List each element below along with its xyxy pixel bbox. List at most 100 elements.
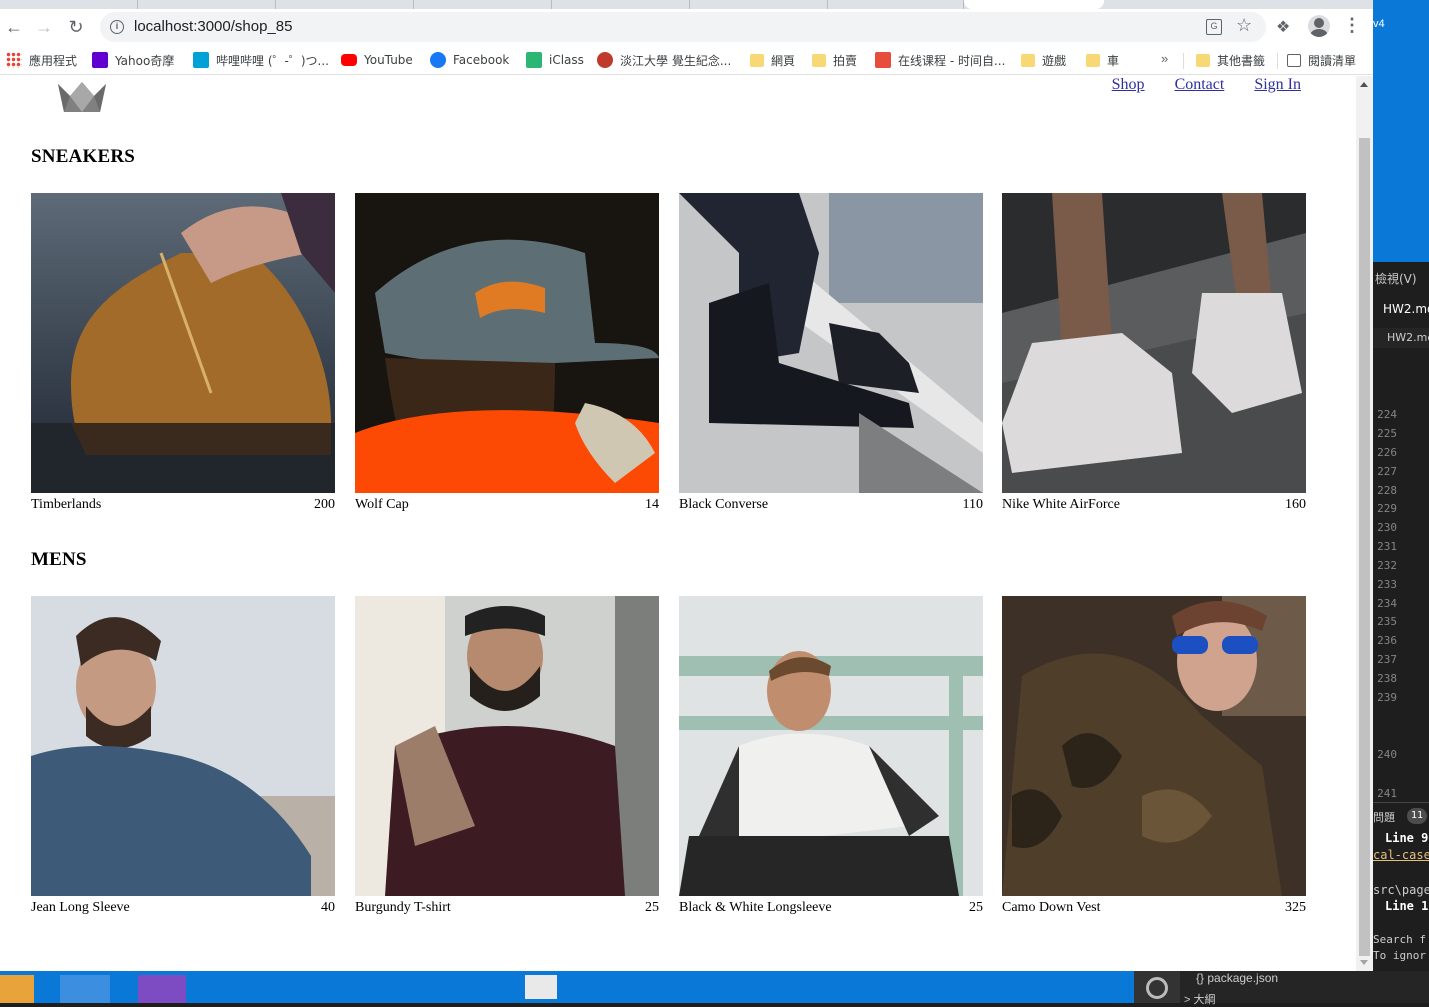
product-image-nike-airforce[interactable] bbox=[1002, 193, 1306, 493]
problems-tab[interactable]: 問題 bbox=[1373, 809, 1395, 825]
bookmark-item[interactable]: 其他書籤 bbox=[1196, 51, 1265, 69]
scroll-down-icon[interactable] bbox=[1360, 960, 1368, 965]
nav-shop-link[interactable]: Shop bbox=[1112, 76, 1145, 94]
bookmark-item[interactable]: Yahoo奇摩 bbox=[92, 51, 174, 69]
bookmark-label: 拍賣 bbox=[833, 53, 858, 68]
product-name: Wolf Cap bbox=[355, 497, 409, 512]
product-image-camo-down-vest[interactable] bbox=[1002, 596, 1306, 896]
extensions-icon[interactable]: ❖ bbox=[1276, 17, 1290, 37]
back-icon[interactable]: ← bbox=[2, 15, 26, 39]
gear-icon[interactable] bbox=[1134, 971, 1180, 1003]
browser-toolbar: ← → ↻ i localhost:3000/shop_85 G ☆ ❖ ⋮ bbox=[0, 9, 1373, 45]
product-card[interactable]: Jean Long Sleeve 40 bbox=[31, 596, 335, 916]
bookmark-star-icon[interactable]: ☆ bbox=[1236, 15, 1252, 36]
vscode-breadcrumb[interactable]: HW2.md bbox=[1373, 328, 1429, 348]
scrollbar-thumb[interactable] bbox=[1359, 138, 1370, 956]
problem-line: Line 1 bbox=[1385, 899, 1429, 913]
nav-signin-link[interactable]: Sign In bbox=[1254, 76, 1301, 94]
address-url[interactable]: localhost:3000/shop_85 bbox=[134, 18, 292, 35]
section-title-sneakers: SNEAKERS bbox=[31, 146, 136, 167]
bookmark-item[interactable]: 網頁 bbox=[750, 51, 795, 69]
product-price: 14 bbox=[645, 497, 659, 512]
line-number: 236 bbox=[1377, 634, 1397, 647]
product-image-black-converse[interactable] bbox=[679, 193, 983, 493]
product-card[interactable]: Black & White Longsleeve 25 bbox=[679, 596, 983, 916]
product-image-burgundy-tshirt[interactable] bbox=[355, 596, 659, 896]
bookmark-separator bbox=[1183, 53, 1184, 69]
line-number: 226 bbox=[1377, 446, 1397, 459]
bookmark-label: 應用程式 bbox=[29, 53, 78, 68]
product-card[interactable]: Timberlands 200 bbox=[31, 193, 335, 513]
profile-avatar-icon[interactable] bbox=[1308, 15, 1330, 37]
bookmark-item[interactable]: 哔哩哔哩 (゜-゜)つ... bbox=[193, 51, 329, 69]
product-image-jean-long-sleeve[interactable] bbox=[31, 596, 335, 896]
site-info-icon[interactable]: i bbox=[110, 20, 124, 34]
product-card[interactable]: Nike White AirForce 160 bbox=[1002, 193, 1306, 513]
translate-icon[interactable]: G bbox=[1206, 19, 1222, 35]
reload-icon[interactable]: ↻ bbox=[64, 15, 88, 39]
bookmark-item[interactable]: 遊戲 bbox=[1021, 51, 1066, 69]
product-price: 325 bbox=[1285, 900, 1306, 915]
bookmark-item[interactable]: Facebook bbox=[430, 51, 509, 69]
course-icon bbox=[875, 52, 891, 68]
bilibili-icon bbox=[193, 52, 209, 68]
product-image-timberlands[interactable] bbox=[31, 193, 335, 493]
bookmark-label: 網頁 bbox=[771, 53, 796, 68]
product-card[interactable]: Wolf Cap 14 bbox=[355, 193, 659, 513]
bookmark-item[interactable]: YouTube bbox=[341, 51, 413, 69]
nav-contact-link[interactable]: Contact bbox=[1175, 76, 1225, 94]
bookmark-label: 車 bbox=[1107, 53, 1120, 68]
more-bookmarks-chevron-icon[interactable]: » bbox=[1161, 51, 1168, 66]
product-price: 110 bbox=[962, 497, 983, 512]
folder-icon bbox=[1086, 53, 1100, 67]
page-scrollbar[interactable] bbox=[1356, 76, 1373, 971]
vscode-tab-active[interactable]: HW2.md bbox=[1373, 296, 1429, 324]
line-number: 239 bbox=[1377, 691, 1397, 704]
bookmark-item[interactable]: 淡江大學 覺生紀念... bbox=[597, 51, 731, 69]
site-nav: Shop Contact Sign In bbox=[1112, 76, 1301, 94]
problem-text: Search f bbox=[1373, 933, 1426, 946]
taskbar-app-icon[interactable] bbox=[60, 975, 110, 1003]
line-number: 225 bbox=[1377, 427, 1397, 440]
bookmark-item[interactable]: 車 bbox=[1086, 51, 1119, 69]
bookmark-label: 其他書籤 bbox=[1217, 53, 1266, 68]
browser-menu-icon[interactable]: ⋮ bbox=[1343, 15, 1361, 36]
bookmark-item[interactable]: 應用程式 bbox=[6, 51, 77, 69]
problems-count-badge: 11 bbox=[1407, 808, 1427, 824]
product-card[interactable]: Camo Down Vest 325 bbox=[1002, 596, 1306, 916]
folder-icon bbox=[812, 53, 826, 67]
vscode-problems-panel: 問題 11 Line 9 cal-case src\pages Line 1 S… bbox=[1373, 802, 1429, 971]
vscode-menu-view[interactable]: 檢視(V) bbox=[1375, 270, 1417, 287]
line-number: 232 bbox=[1377, 559, 1397, 572]
product-image-black-white-longsleeve[interactable] bbox=[679, 596, 983, 896]
product-image-wolf-cap[interactable] bbox=[355, 193, 659, 493]
line-number: 224 bbox=[1377, 408, 1397, 421]
bookmark-label: YouTube bbox=[364, 53, 413, 67]
line-number: 229 bbox=[1377, 502, 1397, 515]
product-price: 40 bbox=[321, 900, 335, 915]
forward-icon[interactable]: → bbox=[32, 15, 56, 39]
line-number: 227 bbox=[1377, 465, 1397, 478]
scroll-up-icon[interactable] bbox=[1360, 82, 1368, 87]
bookmark-item[interactable]: 閱讀清單 bbox=[1287, 51, 1356, 69]
bookmark-item[interactable]: 拍賣 bbox=[812, 51, 857, 69]
outline-section[interactable]: > 大綱 bbox=[1184, 991, 1215, 1007]
bookmark-item[interactable]: iClass bbox=[526, 51, 584, 69]
crown-logo-icon[interactable] bbox=[56, 78, 108, 114]
reading-list-icon bbox=[1287, 53, 1301, 67]
taskbar-app-icon[interactable] bbox=[0, 975, 34, 1003]
problem-text: To ignor bbox=[1373, 949, 1426, 962]
taskbar-app-icon[interactable] bbox=[525, 975, 557, 999]
product-name: Burgundy T-shirt bbox=[355, 900, 451, 915]
taskbar-app-icon[interactable] bbox=[138, 975, 186, 1003]
product-card[interactable]: Black Converse 110 bbox=[679, 193, 983, 513]
folder-icon bbox=[1196, 53, 1210, 67]
product-card[interactable]: Burgundy T-shirt 25 bbox=[355, 596, 659, 916]
product-price: 25 bbox=[969, 900, 983, 915]
line-number: 228 bbox=[1377, 484, 1397, 497]
address-bar[interactable]: i localhost:3000/shop_85 G ☆ bbox=[100, 12, 1266, 42]
active-tab[interactable] bbox=[964, 0, 1104, 9]
file-package-json[interactable]: {} package.json bbox=[1196, 971, 1278, 985]
bookmark-label: 遊戲 bbox=[1042, 53, 1067, 68]
bookmark-item[interactable]: 在线课程 - 时间自... bbox=[875, 51, 1005, 69]
